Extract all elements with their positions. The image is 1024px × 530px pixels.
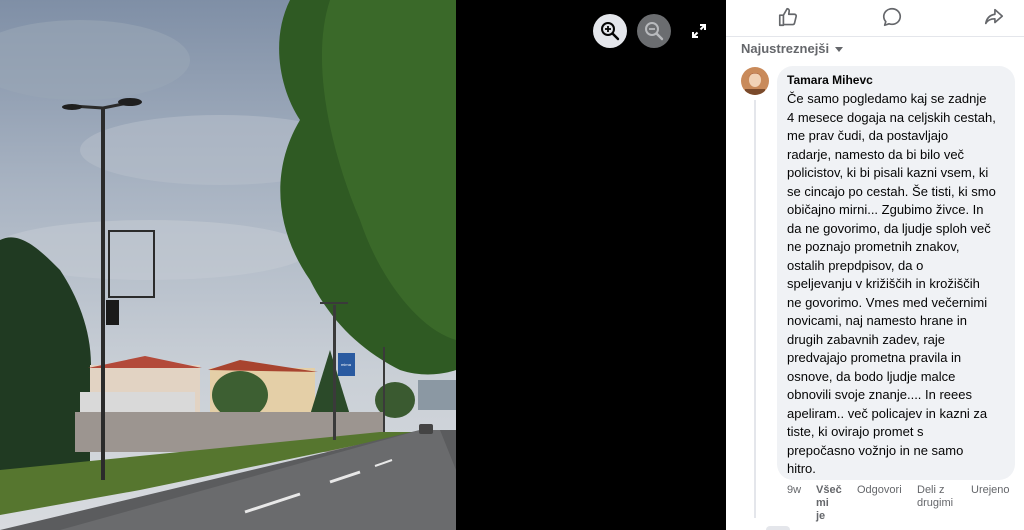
fullscreen-button[interactable] xyxy=(686,18,712,44)
comment-reply-link[interactable]: Odgovori xyxy=(857,484,902,497)
zoom-out-button[interactable] xyxy=(637,14,671,48)
post-actions-bar xyxy=(726,0,1024,37)
photo-viewer: mirna xyxy=(0,0,726,530)
share-link-line: drugimi xyxy=(917,497,954,509)
share-button[interactable] xyxy=(983,6,1007,30)
comment-button[interactable] xyxy=(881,6,905,30)
comment-line: obnovili svoje znanje.... In reees xyxy=(787,387,972,402)
fullscreen-icon xyxy=(692,24,706,38)
thread-line xyxy=(754,100,756,518)
comment-line: novicami, naj namesto hrane in xyxy=(787,313,967,328)
like-link-line: Všeč xyxy=(816,484,842,496)
zoom-in-icon xyxy=(601,22,620,41)
comment-bubble: Tamara Mihevc Če samo pogledamo kaj se z… xyxy=(777,66,1015,480)
comment-share-link[interactable]: Deli z drugimi xyxy=(917,484,953,510)
comment-author[interactable]: Tamara Mihevc xyxy=(787,73,1005,87)
comment-line: da ne govorimo, da ljudje sploh več xyxy=(787,220,991,236)
comment-line: ne poznajo prometnih znakov, xyxy=(787,239,960,254)
comment-line: ne govorimo. Vmes med večernimi xyxy=(787,294,988,310)
comment-line: speljevanju v križiščih in krožiščih xyxy=(787,276,980,291)
comment-sort-dropdown[interactable]: Najustreznejši xyxy=(741,41,844,56)
comment-line: Če samo pogledamo kaj se zadnje xyxy=(787,91,987,106)
comment-line: tiste, ki ovirajo promet s xyxy=(787,424,924,439)
comment-line: prepočasno vožnjo in ne samo xyxy=(787,442,964,458)
comment-line: drugih zabavnih zadev, raje xyxy=(787,331,946,347)
photo-sign-text: mirna xyxy=(341,362,352,367)
caret-down-icon xyxy=(835,47,844,53)
like-button[interactable] xyxy=(777,6,801,30)
street-photo: mirna xyxy=(0,0,456,530)
comments-panel: Najustreznejši Tamara Mihevc Če samo pog… xyxy=(726,0,1024,530)
comment-line: 4 mesece dogaja na celjskih cestah, xyxy=(787,109,996,125)
avatar-photo xyxy=(741,67,769,95)
comment-line: me prav čudi, da postavljajo xyxy=(787,128,949,143)
comment-timestamp[interactable]: 9w xyxy=(787,484,801,497)
thumbs-up-icon xyxy=(778,7,798,27)
comment-like-link[interactable]: Všeč mi je xyxy=(816,484,842,523)
like-link-line: je xyxy=(816,510,826,522)
share-link-line: Deli z xyxy=(917,484,945,496)
comment-edited-label: Urejeno xyxy=(971,484,1010,496)
comment-text: Če samo pogledamo kaj se zadnje 4 mesece… xyxy=(787,90,1005,479)
comment-line: predvajajo prometna pravila in xyxy=(787,350,962,365)
next-comment-stub xyxy=(766,526,790,530)
comment-line: se cincajo po cestah. Še tisti, ki smo xyxy=(787,183,996,199)
comment-line: apeliram.. več policajev in kazni za xyxy=(787,405,988,421)
comment-meta-row: 9w Všeč mi je Odgovori Deli z drugimi Ur… xyxy=(777,484,1022,524)
comment-line: policistov, ki bi pisali kazni vsem, ki xyxy=(787,165,989,180)
zoom-in-button[interactable] xyxy=(593,14,627,48)
comment-line: hitro. xyxy=(787,461,816,476)
comment-line: ostalih prepdpisov, da o xyxy=(787,257,924,273)
sort-label: Najustreznejši xyxy=(741,41,830,56)
like-link-line: mi xyxy=(816,497,829,509)
share-arrow-icon xyxy=(984,8,1004,25)
street-photo-image: mirna xyxy=(0,0,456,530)
zoom-out-icon xyxy=(645,22,664,41)
avatar[interactable] xyxy=(741,67,769,95)
comment-line: osnove, da bodo ljudje malce xyxy=(787,368,956,384)
comment-bubble-icon xyxy=(882,7,902,27)
comment-line: običajno mirni... Zgubimo živce. In xyxy=(787,202,984,217)
comment-line: radarje, namesto da bi bilo več xyxy=(787,146,965,162)
